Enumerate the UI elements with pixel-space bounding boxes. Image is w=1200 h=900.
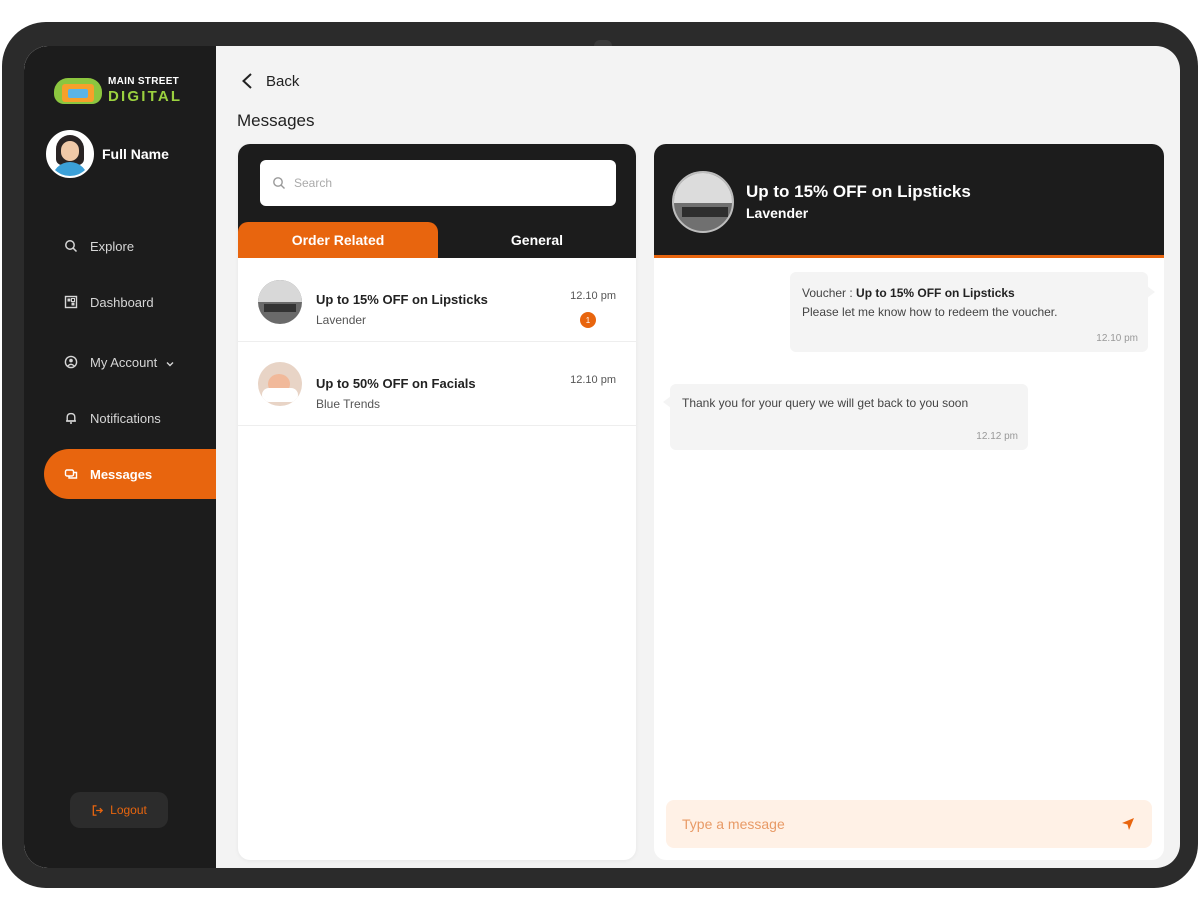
conversation-list-panel: Order Related General Up to 15% OFF on L… [238,144,636,860]
chevron-down-icon [165,357,175,367]
sidebar-item-label: Explore [90,238,135,254]
conversation-time: 12.10 pm [570,290,616,302]
message-composer [666,800,1152,848]
message-outgoing: Voucher : Up to 15% OFF on Lipsticks Ple… [790,272,1155,352]
sidebar-item-notifications[interactable]: Notifications [44,393,216,443]
message-time: 12.12 pm [976,430,1018,442]
logout-icon [92,804,104,816]
search-icon [273,177,285,189]
search-icon [64,239,78,253]
back-label: Back [266,72,300,90]
send-icon[interactable] [1120,816,1136,832]
message-incoming: Thank you for your query we will get bac… [663,384,1028,450]
search-input[interactable] [294,176,594,190]
sidebar-item-my-account[interactable]: My Account [44,337,216,387]
conversation-title: Up to 50% OFF on Facials [316,376,476,391]
conversation-subtitle: Lavender [316,313,367,327]
store-thumbnail [258,280,302,324]
sidebar-item-messages[interactable]: Messages [44,449,216,499]
shop-logo-icon [54,74,102,106]
voucher-name: Up to 15% OFF on Lipsticks [856,286,1015,300]
chat-header: Up to 15% OFF on Lipsticks Lavender [654,144,1164,258]
message-input[interactable] [682,816,1102,832]
user-profile[interactable]: Full Name [46,130,169,178]
tablet-frame: MAIN STREET DIGITAL Full Name Explore Da… [2,22,1198,888]
page-title: Messages [237,111,315,130]
sidebar-item-label: Messages [90,466,153,482]
chat-title: Up to 15% OFF on Lipsticks [746,182,971,201]
message-text: Please let me know how to redeem the vou… [802,304,1058,319]
avatar [46,130,94,178]
voucher-prefix: Voucher : [802,286,857,300]
chat-panel: Up to 15% OFF on Lipsticks Lavender Vouc… [654,144,1164,860]
sidebar-item-dashboard[interactable]: Dashboard [44,277,216,327]
logout-label: Logout [110,803,147,817]
messages-icon [64,467,78,481]
conversation-subtitle: Blue Trends [316,397,381,411]
salon-thumbnail [258,362,302,406]
brand-logo[interactable]: MAIN STREET DIGITAL [54,74,182,106]
back-button[interactable]: Back [240,72,299,90]
brand-line1: MAIN STREET [108,75,180,87]
conversation-item[interactable]: Up to 15% OFF on Lipsticks Lavender 12.1… [238,258,636,342]
sidebar: MAIN STREET DIGITAL Full Name Explore Da… [24,46,216,868]
sidebar-item-label: Notifications [90,410,161,426]
chevron-left-icon [242,73,252,89]
profile-name: Full Name [102,146,169,162]
conversation-list-header: Order Related General [238,144,636,258]
account-icon [64,355,78,369]
logout-button[interactable]: Logout [70,792,168,828]
chat-subtitle: Lavender [746,205,809,221]
store-avatar [672,171,734,233]
unread-badge: 1 [580,312,596,328]
message-time: 12.10 pm [1096,332,1138,344]
sidebar-item-label: Dashboard [90,294,154,310]
tab-general[interactable]: General [438,222,636,258]
sidebar-item-explore[interactable]: Explore [44,221,216,271]
app-screen: MAIN STREET DIGITAL Full Name Explore Da… [24,46,1180,868]
conversation-time: 12.10 pm [570,374,616,386]
dashboard-icon [64,295,78,309]
brand-line2: DIGITAL [108,87,183,105]
conversation-item[interactable]: Up to 50% OFF on Facials Blue Trends 12.… [238,342,636,426]
sidebar-item-label: My Account [90,354,158,370]
search-box[interactable] [260,160,616,206]
bell-icon [64,411,78,425]
message-text: Thank you for your query we will get bac… [682,396,969,410]
tab-order-related[interactable]: Order Related [238,222,438,258]
conversation-title: Up to 15% OFF on Lipsticks [316,292,488,307]
